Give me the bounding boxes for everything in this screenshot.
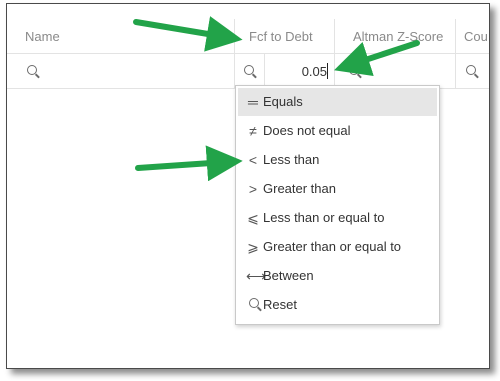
annotation-arrows bbox=[133, 16, 420, 182]
arrow-to-fcf-header bbox=[133, 16, 243, 52]
arrow-to-filter-input bbox=[334, 40, 420, 77]
arrow-to-less-than bbox=[135, 145, 243, 182]
